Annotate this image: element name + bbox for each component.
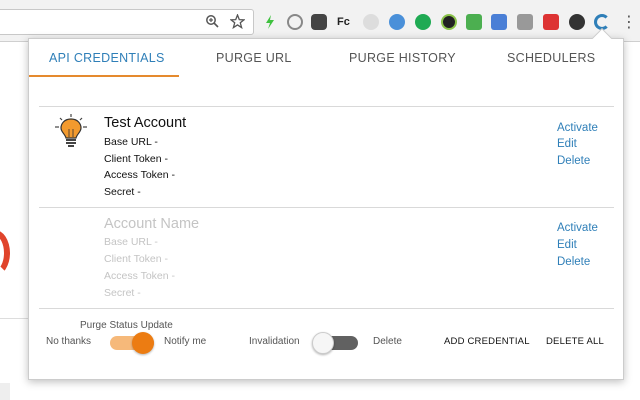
edit-link[interactable]: Edit bbox=[557, 138, 577, 150]
activate-link[interactable]: Activate bbox=[557, 222, 598, 234]
chrome-menu-icon[interactable]: ⋮ bbox=[621, 12, 637, 32]
tab-api-credentials[interactable]: API CREDENTIALS bbox=[49, 51, 165, 65]
toggle-knob bbox=[132, 332, 154, 354]
secret-label: Secret - bbox=[104, 186, 141, 198]
extension-evernote-icon[interactable] bbox=[311, 14, 327, 30]
background-logo-fragment bbox=[0, 230, 10, 276]
delete-link[interactable]: Delete bbox=[557, 256, 590, 268]
tab-bar: API CREDENTIALS PURGE URL PURGE HISTORY … bbox=[29, 39, 625, 77]
delete-link[interactable]: Delete bbox=[557, 155, 590, 167]
extension-popup: API CREDENTIALS PURGE URL PURGE HISTORY … bbox=[28, 38, 624, 380]
extension-circle-icon[interactable] bbox=[287, 14, 303, 30]
extension-s-icon[interactable] bbox=[466, 14, 482, 30]
tab-purge-url[interactable]: PURGE URL bbox=[216, 51, 292, 65]
extension-book-icon[interactable] bbox=[543, 14, 559, 30]
address-bar[interactable] bbox=[0, 9, 254, 35]
purge-type-toggle[interactable] bbox=[312, 332, 358, 354]
active-tab-indicator bbox=[29, 75, 179, 77]
tab-schedulers[interactable]: SCHEDULERS bbox=[507, 51, 595, 65]
background-divider bbox=[0, 318, 30, 319]
client-token-label: Client Token - bbox=[104, 153, 169, 165]
extension-color-icon[interactable] bbox=[441, 14, 457, 30]
no-thanks-label: No thanks bbox=[46, 336, 92, 347]
activate-link[interactable]: Activate bbox=[557, 122, 598, 134]
divider bbox=[39, 308, 614, 309]
extension-translate-icon[interactable] bbox=[491, 14, 507, 30]
notify-me-label: Notify me bbox=[164, 336, 207, 347]
background-block bbox=[0, 383, 10, 400]
extension-chat-icon[interactable] bbox=[569, 14, 585, 30]
secret-label: Secret - bbox=[104, 287, 141, 299]
base-url-label: Base URL - bbox=[104, 136, 158, 148]
toggle-knob bbox=[312, 332, 334, 354]
tab-purge-history[interactable]: PURGE HISTORY bbox=[349, 51, 456, 65]
extension-font-icon[interactable]: Fc bbox=[337, 14, 353, 30]
zoom-icon[interactable] bbox=[203, 14, 221, 32]
delete-all-button[interactable]: DELETE ALL bbox=[546, 336, 604, 347]
account-name: Account Name bbox=[104, 216, 200, 232]
purge-status-title: Purge Status Update bbox=[80, 320, 173, 331]
access-token-label: Access Token - bbox=[104, 169, 176, 181]
extension-settings-icon[interactable] bbox=[389, 14, 405, 30]
delete-label: Delete bbox=[373, 336, 402, 347]
extension-bolt-icon[interactable] bbox=[262, 14, 278, 30]
edit-link[interactable]: Edit bbox=[557, 239, 577, 251]
base-url-label: Base URL - bbox=[104, 236, 158, 248]
lightbulb-icon bbox=[51, 113, 91, 149]
add-credential-button[interactable]: ADD CREDENTIAL bbox=[444, 336, 530, 347]
invalidation-label: Invalidation bbox=[249, 336, 300, 347]
extension-camera-icon[interactable] bbox=[517, 14, 533, 30]
bookmark-star-icon[interactable] bbox=[228, 13, 246, 32]
extension-cloud-icon[interactable] bbox=[363, 14, 379, 30]
client-token-label: Client Token - bbox=[104, 253, 169, 265]
credential-card-placeholder: Account Name Base URL - Client Token - A… bbox=[39, 208, 614, 308]
access-token-label: Access Token - bbox=[104, 270, 176, 282]
browser-toolbar: Fc ⋮ bbox=[0, 0, 640, 42]
notify-toggle[interactable] bbox=[110, 332, 154, 354]
account-name: Test Account bbox=[104, 115, 187, 131]
extension-hangouts-icon[interactable] bbox=[415, 14, 431, 30]
credential-card: Test Account Base URL - Client Token - A… bbox=[39, 107, 614, 207]
